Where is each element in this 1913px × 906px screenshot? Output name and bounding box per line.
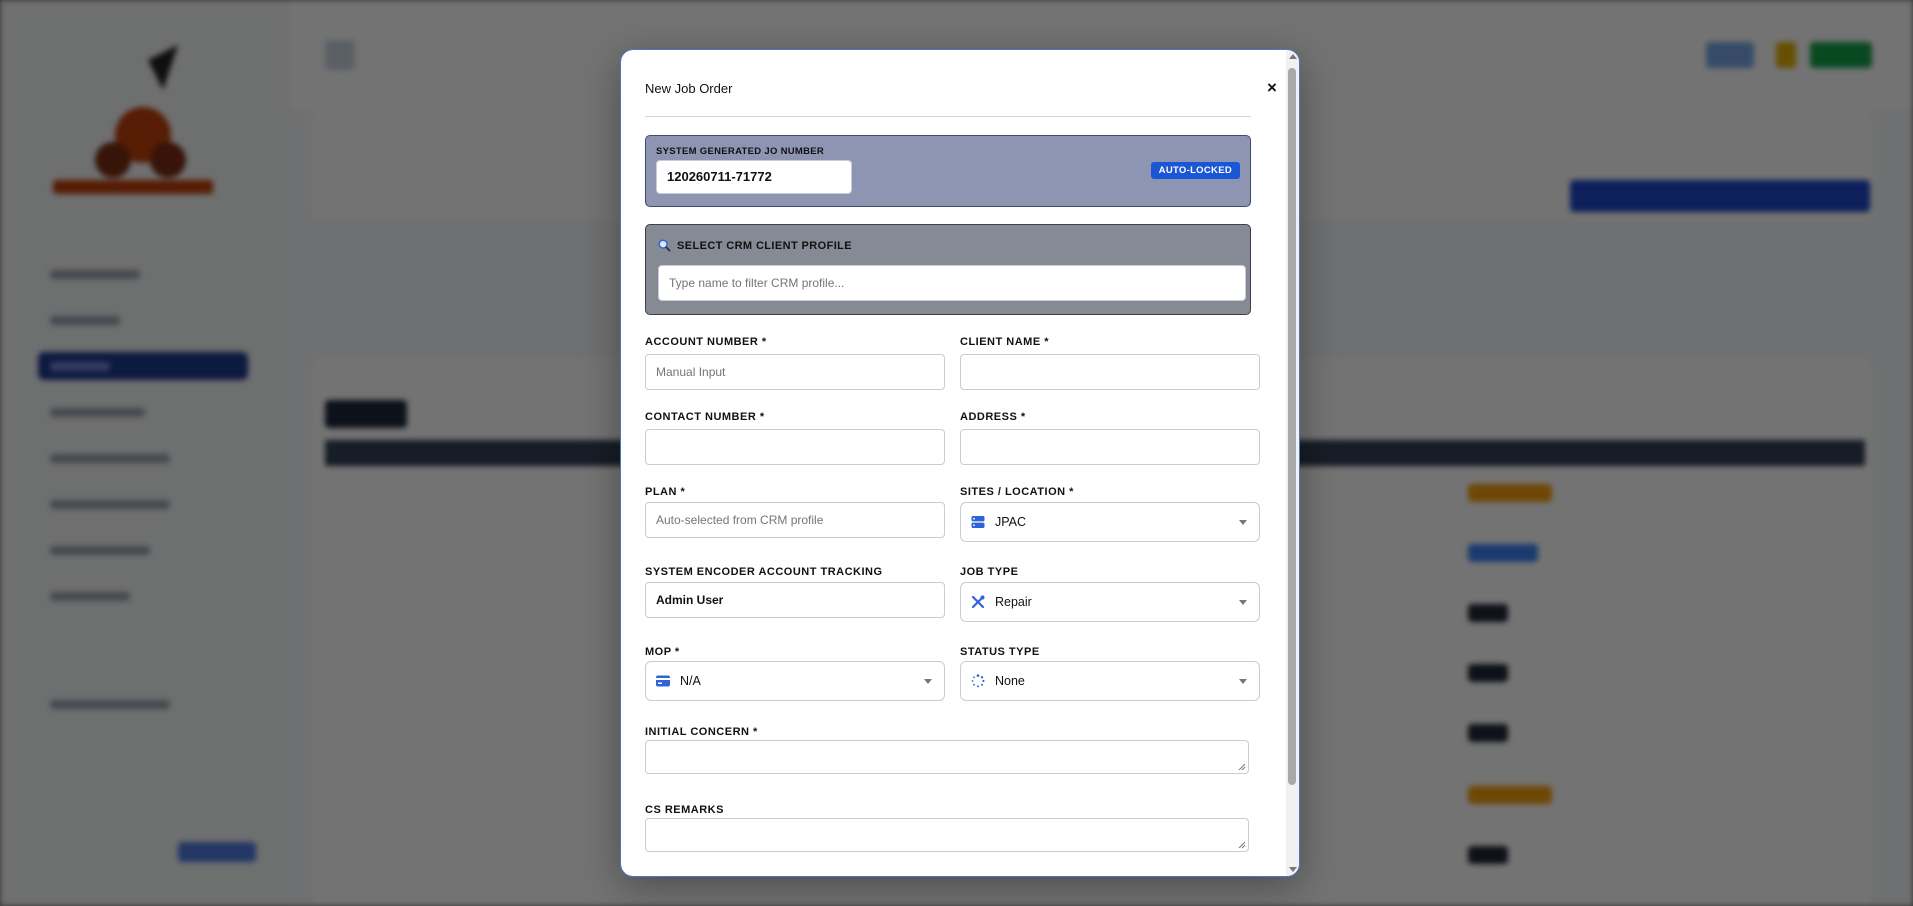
auto-locked-badge: AUTO-LOCKED xyxy=(1150,162,1240,179)
contact-number-label: CONTACT NUMBER * xyxy=(645,411,765,423)
crm-filter-input[interactable] xyxy=(658,265,1246,301)
chevron-down-icon xyxy=(1239,520,1247,525)
spinner-icon xyxy=(971,674,985,688)
account-number-input[interactable] xyxy=(645,354,945,390)
modal-scrollbar[interactable] xyxy=(1286,50,1299,876)
modal-title: New Job Order xyxy=(645,81,733,96)
sites-location-label: SITES / LOCATION * xyxy=(960,486,1074,498)
job-type-select[interactable]: Repair xyxy=(960,582,1260,622)
mop-select[interactable]: N/A xyxy=(645,661,945,701)
new-job-order-modal: New Job Order × SYSTEM GENERATED JO NUMB… xyxy=(620,49,1300,877)
status-type-select[interactable]: None xyxy=(960,661,1260,701)
initial-concern-label: INITIAL CONCERN * xyxy=(645,726,758,738)
chevron-down-icon xyxy=(924,679,932,684)
chevron-down-icon xyxy=(1239,600,1247,605)
server-icon xyxy=(971,516,985,528)
magnifier-icon xyxy=(658,239,671,252)
resize-handle-icon[interactable] xyxy=(1238,841,1246,849)
credit-card-icon xyxy=(656,675,670,687)
address-label: ADDRESS * xyxy=(960,411,1026,423)
cs-remarks-textarea[interactable] xyxy=(645,818,1249,852)
crm-profile-panel: SELECT CRM CLIENT PROFILE xyxy=(645,224,1251,315)
client-name-input[interactable] xyxy=(960,354,1260,390)
account-number-label: ACCOUNT NUMBER * xyxy=(645,336,767,348)
encoder-label: SYSTEM ENCODER ACCOUNT TRACKING xyxy=(645,566,883,578)
sites-location-value: JPAC xyxy=(995,515,1027,529)
chevron-down-icon xyxy=(1239,679,1247,684)
client-name-label: CLIENT NAME * xyxy=(960,336,1049,348)
status-type-value: None xyxy=(995,674,1025,688)
scroll-down-icon[interactable] xyxy=(1289,867,1297,872)
header-divider xyxy=(645,116,1251,117)
job-type-value: Repair xyxy=(995,595,1032,609)
status-type-label: STATUS TYPE xyxy=(960,646,1040,658)
jo-number-panel: SYSTEM GENERATED JO NUMBER 120260711-717… xyxy=(645,135,1251,207)
contact-number-input[interactable] xyxy=(645,429,945,465)
cs-remarks-label: CS REMARKS xyxy=(645,804,724,816)
resize-handle-icon[interactable] xyxy=(1238,763,1246,771)
jo-number-field: 120260711-71772 xyxy=(656,160,852,194)
modal-body: New Job Order × SYSTEM GENERATED JO NUMB… xyxy=(645,50,1277,876)
plan-label: PLAN * xyxy=(645,486,686,498)
crm-profile-heading: SELECT CRM CLIENT PROFILE xyxy=(658,239,852,252)
jo-number-label: SYSTEM GENERATED JO NUMBER xyxy=(656,146,825,157)
plan-input[interactable] xyxy=(645,502,945,538)
close-button[interactable]: × xyxy=(1265,79,1279,96)
address-input[interactable] xyxy=(960,429,1260,465)
wrench-screwdriver-icon xyxy=(971,595,985,609)
scrollbar-thumb[interactable] xyxy=(1288,68,1296,785)
crm-profile-label: SELECT CRM CLIENT PROFILE xyxy=(677,239,852,252)
job-type-label: JOB TYPE xyxy=(960,566,1019,578)
encoder-input[interactable] xyxy=(645,582,945,618)
mop-label: MOP * xyxy=(645,646,680,658)
scroll-up-icon[interactable] xyxy=(1289,54,1297,59)
mop-value: N/A xyxy=(680,674,701,688)
initial-concern-textarea[interactable] xyxy=(645,740,1249,774)
sites-location-select[interactable]: JPAC xyxy=(960,502,1260,542)
